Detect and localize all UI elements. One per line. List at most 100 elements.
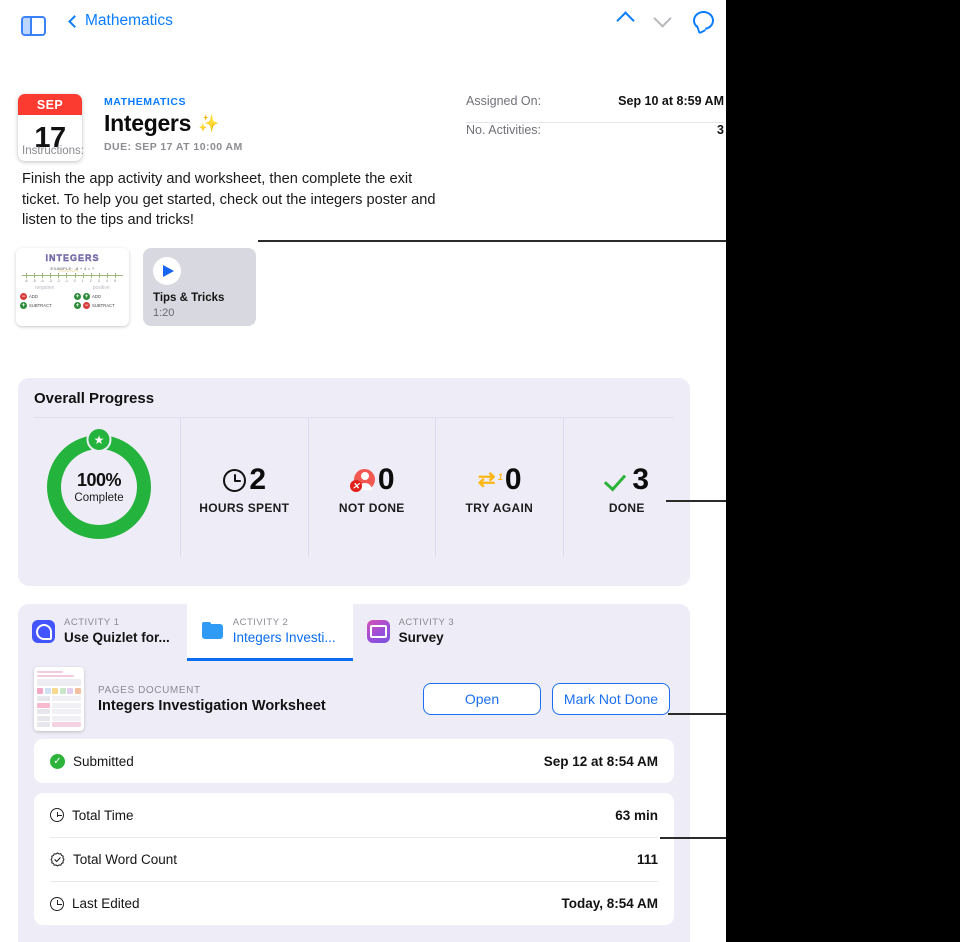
rule-word: ADD: [29, 294, 38, 299]
assignment-meta: Assigned On: Sep 10 at 8:59 AM No. Activ…: [466, 94, 724, 152]
progress-percent: 100%: [76, 470, 122, 490]
date-badge-month: SEP: [18, 94, 82, 115]
plus-badge-icon: +: [83, 293, 90, 300]
minus-badge-icon: −: [20, 293, 27, 300]
integers-poster-thumbnail[interactable]: INTEGERS EXAMPLE: -8 + 4 = ? ⌒⌒⌒⌒ -6 -5 …: [16, 248, 129, 326]
callout-line-attachments: [258, 240, 726, 242]
overall-progress-card: Overall Progress ★ 100% Complete 2 HOURS…: [18, 378, 690, 586]
tab-eyebrow: ACTIVITY 3: [398, 616, 455, 628]
details-card: Total Time 63 min Total Word Count 111 L…: [34, 793, 674, 925]
chevron-up-icon[interactable]: [616, 11, 635, 30]
detail-row-word-count: Total Word Count 111: [50, 837, 658, 881]
ipad-assignment-detail-screen: Mathematics SEP 17 MATHEMATICS Integers …: [0, 0, 726, 942]
meta-value: 3: [717, 123, 724, 137]
poster-rules: − ADD + + ADD + SUBTRACT + − SUBTRACT: [20, 293, 125, 309]
callout-line-total-time: [660, 837, 726, 839]
meta-row: No. Activities: 3: [466, 123, 724, 152]
plus-badge-icon: +: [20, 302, 27, 309]
assignment-title: Integers: [104, 110, 192, 136]
tab-label: Survey: [398, 629, 444, 645]
activities-card: ACTIVITY 1 Use Quizlet for... ACTIVITY 2…: [18, 604, 690, 942]
detail-label: Total Word Count: [73, 852, 178, 867]
detail-label: Last Edited: [72, 896, 140, 911]
stat-try-again: ⇄ 1 0 TRY AGAIN: [435, 418, 563, 556]
minus-badge-icon: −: [83, 302, 90, 309]
stat-value: 2: [249, 463, 266, 496]
tab-activity-2[interactable]: ACTIVITY 2 Integers Investi...: [186, 604, 353, 661]
instructions-label: Instructions:: [22, 145, 84, 157]
quizlet-app-icon: [32, 620, 55, 643]
meta-key: Assigned On:: [466, 94, 542, 108]
stat-not-done: ✕ 0 NOT DONE: [307, 418, 436, 556]
meta-key: No. Activities:: [466, 123, 542, 137]
page-title: Integers ✨: [104, 110, 243, 137]
files-app-icon: [201, 620, 224, 643]
clock-icon: [223, 468, 247, 492]
document-actions: Open Mark Not Done: [423, 683, 670, 715]
detail-value: 63 min: [615, 807, 658, 823]
detail-row-total-time: Total Time 63 min: [50, 793, 658, 837]
tab-label: Use Quizlet for...: [64, 629, 170, 645]
sparkles-icon: ✨: [198, 114, 220, 133]
overall-progress-title: Overall Progress: [34, 390, 155, 407]
comment-bubble-icon[interactable]: [693, 11, 714, 30]
navbar-actions: [616, 9, 714, 30]
progress-ring: ★ 100% Complete: [47, 427, 151, 539]
document-row: PAGES DOCUMENT Integers Investigation Wo…: [18, 659, 690, 739]
survey-app-icon: [366, 620, 390, 643]
instructions-body: Finish the app activity and worksheet, t…: [22, 171, 436, 228]
progress-ring-wrapper: ★ 100% Complete: [18, 418, 180, 556]
rule-word: SUBTRACT: [92, 303, 115, 308]
meta-row: Assigned On: Sep 10 at 8:59 AM: [466, 94, 724, 123]
plus-badge-icon: +: [74, 293, 81, 300]
stat-done: 3 DONE: [562, 418, 691, 556]
detail-value: Today, 8:54 AM: [561, 896, 658, 911]
negative-label: negative: [35, 285, 55, 291]
check-circle-icon: ✓: [50, 753, 65, 769]
back-button[interactable]: Mathematics: [68, 12, 173, 30]
open-button[interactable]: Open: [423, 683, 541, 715]
detail-row-last-edited: Last Edited Today, 8:54 AM: [50, 881, 658, 925]
meta-value: Sep 10 at 8:59 AM: [618, 94, 724, 108]
callout-line-progress: [666, 500, 726, 502]
tips-and-tricks-video-card[interactable]: Tips & Tricks 1:20: [143, 248, 256, 326]
progress-stats: 2 HOURS SPENT ✕ 0 NOT DONE ⇄ 1 0 TRY AGA…: [180, 418, 690, 556]
video-title: Tips & Tricks: [153, 292, 225, 304]
number-line: ⌒⌒⌒⌒ -6 -5 -4 -3 -2 -1 0 1 2 3 4 5: [22, 271, 123, 284]
tab-eyebrow: ACTIVITY 2: [232, 616, 289, 628]
submitted-value: Sep 12 at 8:54 AM: [543, 753, 658, 769]
clock-icon: [50, 896, 64, 911]
sidebar-toggle-icon[interactable]: [21, 16, 46, 36]
instructions-section: Instructions: Finish the app activity an…: [22, 145, 442, 231]
mark-not-done-button[interactable]: Mark Not Done: [552, 683, 670, 715]
document-text: PAGES DOCUMENT Integers Investigation Wo…: [98, 685, 326, 714]
tab-activity-1[interactable]: ACTIVITY 1 Use Quizlet for...: [18, 604, 187, 659]
stat-value: 3: [632, 463, 649, 496]
chevron-down-icon[interactable]: [653, 9, 672, 28]
submitted-row: ✓ Submitted Sep 12 at 8:54 AM: [50, 739, 658, 783]
stat-value: 0: [377, 463, 395, 496]
back-button-label: Mathematics: [85, 12, 173, 29]
pages-document-thumbnail[interactable]: [34, 667, 84, 731]
word-count-icon: [50, 852, 65, 867]
poster-axis-labels: negative positive: [16, 285, 129, 291]
retry-icon: ⇄ 1: [477, 468, 503, 491]
detail-value: 111: [636, 852, 658, 867]
stat-hours-spent: 2 HOURS SPENT: [180, 418, 308, 556]
submitted-label: Submitted: [73, 753, 134, 769]
assignment-header: SEP 17 MATHEMATICS Integers ✨ DUE: SEP 1…: [0, 44, 726, 161]
poster-title: INTEGERS: [45, 253, 100, 263]
plus-badge-icon: +: [74, 302, 81, 309]
detail-label: Total Time: [72, 807, 134, 823]
play-icon[interactable]: [153, 257, 181, 285]
stat-label: TRY AGAIN: [465, 501, 534, 515]
attachments-row: INTEGERS EXAMPLE: -8 + 4 = ? ⌒⌒⌒⌒ -6 -5 …: [16, 248, 256, 326]
video-duration: 1:20: [153, 307, 175, 319]
navigation-bar: Mathematics: [0, 0, 726, 44]
submitted-card: ✓ Submitted Sep 12 at 8:54 AM: [34, 739, 674, 783]
callout-line-buttons: [668, 713, 726, 715]
poster-rule-row: + SUBTRACT + − SUBTRACT: [20, 302, 125, 309]
stat-value: 0: [504, 463, 522, 496]
activity-tabs: ACTIVITY 1 Use Quizlet for... ACTIVITY 2…: [18, 604, 690, 661]
tab-activity-3[interactable]: ACTIVITY 3 Survey: [353, 604, 472, 659]
